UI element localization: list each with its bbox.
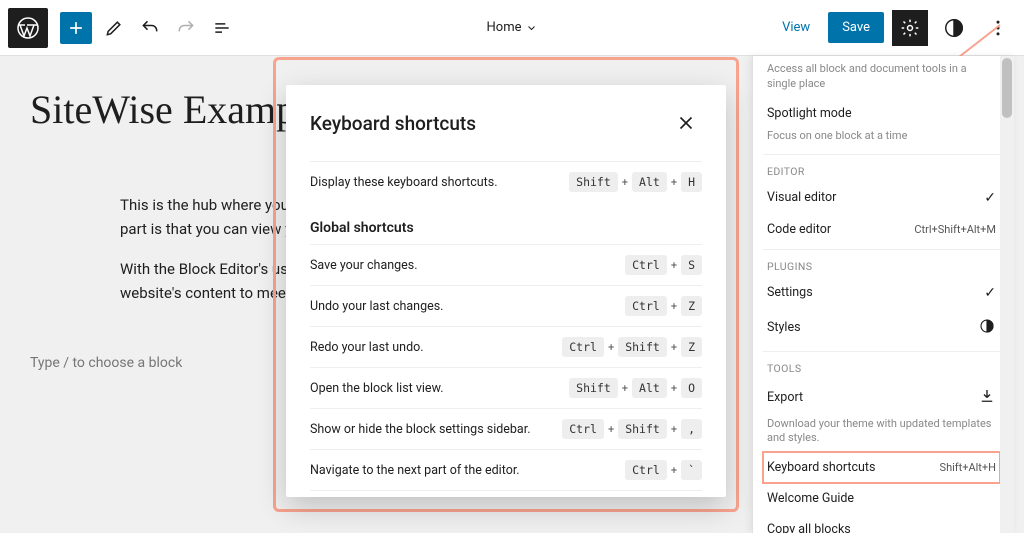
shortcut-row: Redo your last undo. Ctrl+Shift+Z <box>310 326 702 367</box>
key: Z <box>681 296 702 316</box>
redo-button[interactable] <box>168 10 204 46</box>
shortcut-row: Save your changes. Ctrl+S <box>310 244 702 285</box>
half-circle-icon <box>943 17 965 39</box>
settings-button[interactable] <box>892 10 928 46</box>
edit-tool-button[interactable] <box>96 10 132 46</box>
menu-item-visual-editor[interactable]: Visual editor ✓ <box>763 182 1000 214</box>
shortcut-label: Open the block list view. <box>310 381 444 396</box>
key: Z <box>681 337 702 357</box>
menu-section-editor: Editor <box>763 154 1000 182</box>
key: Ctrl <box>562 337 604 357</box>
menu-item-styles[interactable]: Styles <box>763 309 1000 347</box>
shortcut-keys: Shift+Alt+H <box>569 172 702 192</box>
view-link[interactable]: View <box>772 14 820 41</box>
shortcut-label: Navigate to the next part of the editor. <box>310 463 520 478</box>
shortcut-label: Redo your last undo. <box>310 340 424 355</box>
shortcut-hint: Ctrl+Shift+Alt+M <box>914 223 996 236</box>
list-view-button[interactable] <box>204 10 240 46</box>
shortcut-label: Display these keyboard shortcuts. <box>310 175 498 190</box>
document-title-text: Home <box>487 20 522 35</box>
more-menu-dropdown: Access all block and document tools in a… <box>752 56 1014 533</box>
key: H <box>681 172 702 192</box>
download-icon <box>978 387 996 409</box>
modal-close-button[interactable] <box>670 107 702 139</box>
menu-section-plugins: Plugins <box>763 249 1000 277</box>
gear-icon <box>900 18 920 38</box>
add-block-button[interactable] <box>60 12 92 44</box>
half-circle-icon <box>978 317 996 339</box>
dropdown-content: Access all block and document tools in a… <box>753 56 1014 533</box>
dropdown-scrollbar[interactable] <box>1000 56 1014 533</box>
styles-button[interactable] <box>936 10 972 46</box>
key: Shift <box>618 337 667 357</box>
menu-item-description: Focus on one block at a time <box>763 129 1000 150</box>
shortcut-label: Show or hide the block settings sidebar. <box>310 422 531 437</box>
check-icon: ✓ <box>984 285 996 301</box>
menu-item-spotlight[interactable]: Spotlight mode <box>763 98 1000 129</box>
menu-item-export[interactable]: Export <box>763 379 1000 417</box>
menu-item-description: Access all block and document tools in a… <box>763 62 1000 98</box>
key: ` <box>681 460 702 480</box>
modal-title: Keyboard shortcuts <box>310 112 476 135</box>
menu-item-code-editor[interactable]: Code editor Ctrl+Shift+Alt+M <box>763 214 1000 245</box>
shortcut-keys: Ctrl+Shift+Z <box>562 337 702 357</box>
shortcut-keys: Shift+Alt+O <box>569 378 702 398</box>
key: Ctrl <box>625 255 667 275</box>
menu-item-copy-all-blocks[interactable]: Copy all blocks <box>763 514 1000 533</box>
menu-item-settings[interactable]: Settings ✓ <box>763 277 1000 309</box>
key: Alt <box>632 378 667 398</box>
shortcut-keys: Ctrl+` <box>625 460 702 480</box>
menu-item-description: Download your theme with updated templat… <box>763 417 1000 453</box>
shortcut-row: Navigate to the next part of the editor.… <box>310 449 702 490</box>
menu-section-tools: Tools <box>763 351 1000 379</box>
shortcut-keys: Ctrl+S <box>625 255 702 275</box>
key: O <box>681 378 702 398</box>
document-title[interactable]: Home <box>487 20 538 35</box>
shortcut-label: Undo your last changes. <box>310 299 443 314</box>
key: , <box>681 419 702 439</box>
menu-item-keyboard-shortcuts[interactable]: Keyboard shortcuts Shift+Alt+H <box>763 452 1000 483</box>
shortcut-label: Save your changes. <box>310 258 418 273</box>
key: Ctrl <box>562 419 604 439</box>
shortcut-keys: Ctrl+Z <box>625 296 702 316</box>
wp-logo[interactable] <box>8 8 48 48</box>
key: Shift <box>569 378 618 398</box>
modal-body[interactable]: Display these keyboard shortcuts. Shift+… <box>286 155 726 497</box>
key: Shift <box>569 172 618 192</box>
key: Alt <box>632 172 667 192</box>
scrollbar-thumb[interactable] <box>1002 58 1012 118</box>
shortcut-row: Undo your last changes. Ctrl+Z <box>310 285 702 326</box>
section-heading: Global shortcuts <box>310 220 702 236</box>
key: Ctrl <box>625 296 667 316</box>
check-icon: ✓ <box>984 190 996 206</box>
key: S <box>681 255 702 275</box>
shortcut-keys: Ctrl+Shift+, <box>562 419 702 439</box>
save-button[interactable]: Save <box>828 12 884 43</box>
shortcut-row: Shift+Alt+N <box>310 490 702 497</box>
shortcut-row: Display these keyboard shortcuts. Shift+… <box>310 161 702 202</box>
shortcut-row: Show or hide the block settings sidebar.… <box>310 408 702 449</box>
modal-header: Keyboard shortcuts <box>286 85 726 155</box>
close-icon <box>675 112 697 134</box>
undo-button[interactable] <box>132 10 168 46</box>
key: Shift <box>618 419 667 439</box>
editor-topbar: Home View Save <box>0 0 1024 56</box>
chevron-down-icon <box>525 22 537 34</box>
keyboard-shortcuts-modal: Keyboard shortcuts Display these keyboar… <box>286 85 726 497</box>
key: Ctrl <box>625 460 667 480</box>
shortcut-row: Open the block list view. Shift+Alt+O <box>310 367 702 408</box>
menu-item-welcome-guide[interactable]: Welcome Guide <box>763 483 1000 514</box>
shortcut-hint: Shift+Alt+H <box>940 461 996 474</box>
